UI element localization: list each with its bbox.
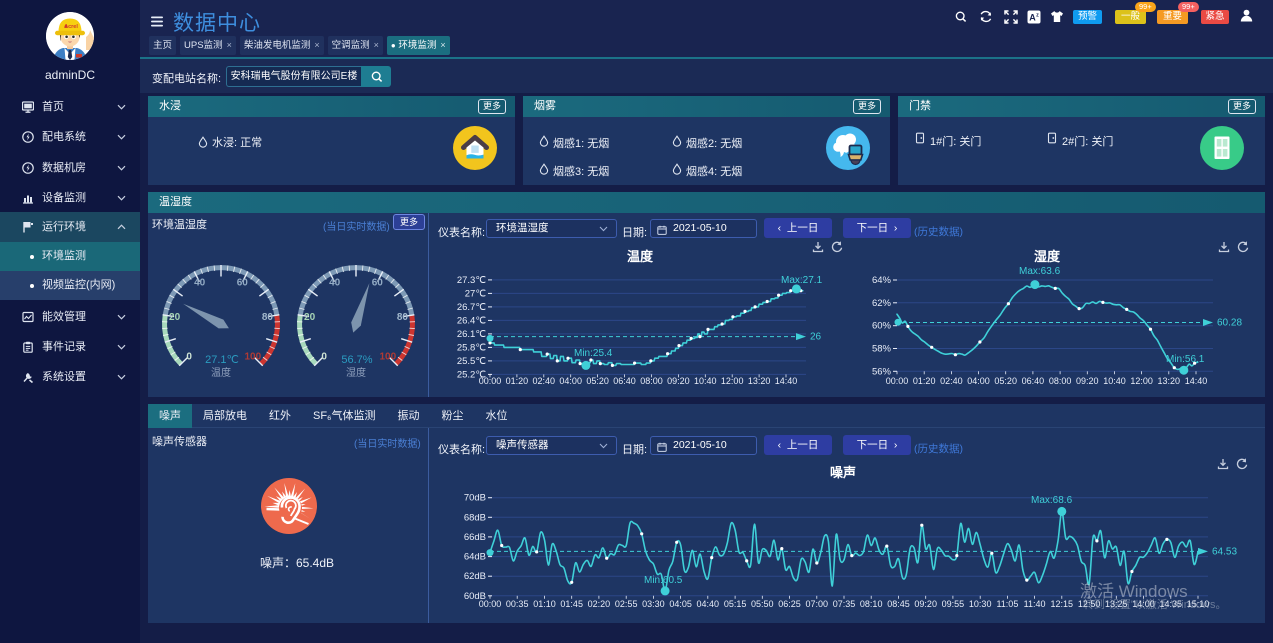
svg-text:01:45: 01:45 — [560, 599, 583, 609]
svg-text:25.8℃: 25.8℃ — [457, 342, 486, 353]
svg-text:Min:25.4: Min:25.4 — [574, 348, 613, 359]
svg-text:26: 26 — [810, 332, 822, 343]
svg-text:64dB: 64dB — [464, 552, 486, 563]
svg-text:13:20: 13:20 — [748, 376, 771, 386]
svg-text:60: 60 — [372, 278, 384, 289]
svg-text:06:40: 06:40 — [1022, 376, 1045, 386]
svg-text:10:40: 10:40 — [694, 376, 717, 386]
svg-text:04:05: 04:05 — [669, 599, 692, 609]
svg-text:11:05: 11:05 — [996, 599, 1018, 609]
svg-text:0: 0 — [186, 351, 192, 362]
svg-text:60.28: 60.28 — [1217, 318, 1242, 329]
svg-text:27℃: 27℃ — [465, 288, 487, 299]
svg-text:68dB: 68dB — [464, 512, 486, 523]
svg-text:09:20: 09:20 — [667, 376, 690, 386]
svg-text:62dB: 62dB — [464, 571, 486, 582]
svg-text:20: 20 — [304, 312, 316, 323]
svg-text:10:30: 10:30 — [969, 599, 992, 609]
svg-text:100: 100 — [244, 351, 261, 362]
svg-text:64%: 64% — [872, 275, 892, 286]
svg-text:12:15: 12:15 — [1051, 599, 1074, 609]
svg-text:07:35: 07:35 — [833, 599, 856, 609]
svg-text:00:00: 00:00 — [479, 599, 502, 609]
svg-text:26.1℃: 26.1℃ — [457, 329, 486, 340]
svg-text:湿度: 湿度 — [1034, 249, 1061, 264]
svg-text:64.53: 64.53 — [1212, 546, 1237, 557]
svg-text:70dB: 70dB — [464, 493, 486, 504]
svg-text:27.3℃: 27.3℃ — [457, 275, 486, 286]
svg-text:01:20: 01:20 — [913, 376, 936, 386]
svg-text:04:00: 04:00 — [967, 376, 990, 386]
svg-text:Min:60.5: Min:60.5 — [644, 575, 683, 586]
svg-text:11:40: 11:40 — [1024, 599, 1046, 609]
svg-text:00:00: 00:00 — [479, 376, 502, 386]
svg-text:05:20: 05:20 — [586, 376, 609, 386]
svg-text:05:50: 05:50 — [751, 599, 774, 609]
svg-text:z: z — [1036, 13, 1039, 19]
svg-text:60: 60 — [237, 278, 249, 289]
svg-text:10:40: 10:40 — [1103, 376, 1126, 386]
svg-text:01:10: 01:10 — [533, 599, 556, 609]
svg-text:12:00: 12:00 — [721, 376, 744, 386]
svg-text:07:00: 07:00 — [806, 599, 829, 609]
svg-text:26.7℃: 26.7℃ — [457, 302, 486, 313]
svg-text:60%: 60% — [872, 321, 892, 332]
svg-text:14:40: 14:40 — [775, 376, 798, 386]
svg-text:02:55: 02:55 — [615, 599, 638, 609]
svg-text:40: 40 — [194, 278, 206, 289]
svg-text:02:20: 02:20 — [588, 599, 611, 609]
svg-text:01:20: 01:20 — [506, 376, 529, 386]
svg-text:80: 80 — [397, 312, 409, 323]
svg-text:56.7%: 56.7% — [341, 354, 372, 366]
svg-text:Min:56.1: Min:56.1 — [1166, 354, 1205, 365]
svg-text:20: 20 — [169, 312, 181, 323]
svg-text:09:20: 09:20 — [1076, 376, 1099, 386]
svg-text:25.5℃: 25.5℃ — [457, 356, 486, 367]
svg-text:62%: 62% — [872, 298, 892, 309]
svg-text:27.1℃: 27.1℃ — [205, 354, 239, 366]
svg-text:12:00: 12:00 — [1130, 376, 1153, 386]
svg-text:09:20: 09:20 — [914, 599, 937, 609]
svg-text:Max:63.6: Max:63.6 — [1019, 266, 1061, 277]
svg-text:14:40: 14:40 — [1185, 376, 1208, 386]
svg-text:噪声: 噪声 — [830, 465, 856, 480]
svg-text:08:00: 08:00 — [1049, 376, 1072, 386]
svg-text:04:40: 04:40 — [697, 599, 720, 609]
svg-text:04:00: 04:00 — [559, 376, 582, 386]
svg-text:Max:27.1: Max:27.1 — [781, 275, 823, 286]
svg-text:05:15: 05:15 — [724, 599, 747, 609]
svg-text:温度: 温度 — [211, 366, 231, 379]
svg-text:00:35: 00:35 — [506, 599, 529, 609]
svg-text:0: 0 — [321, 351, 327, 362]
svg-text:06:40: 06:40 — [613, 376, 636, 386]
svg-text:40: 40 — [329, 278, 341, 289]
svg-text:Max:68.6: Max:68.6 — [1031, 495, 1073, 506]
svg-text:09:55: 09:55 — [942, 599, 965, 609]
svg-text:26.4℃: 26.4℃ — [457, 315, 486, 326]
svg-text:13:20: 13:20 — [1158, 376, 1181, 386]
svg-text:温度: 温度 — [627, 249, 654, 264]
svg-text:66dB: 66dB — [464, 532, 486, 543]
svg-text:05:20: 05:20 — [994, 376, 1017, 386]
svg-text:02:40: 02:40 — [533, 376, 556, 386]
svg-text:00:00: 00:00 — [886, 376, 909, 386]
svg-text:06:25: 06:25 — [778, 599, 801, 609]
svg-text:08:00: 08:00 — [640, 376, 663, 386]
svg-text:03:30: 03:30 — [642, 599, 665, 609]
svg-text:58%: 58% — [872, 344, 892, 355]
svg-text:100: 100 — [379, 351, 396, 362]
svg-text:湿度: 湿度 — [346, 366, 366, 379]
svg-text:02:40: 02:40 — [940, 376, 963, 386]
svg-text:08:45: 08:45 — [887, 599, 910, 609]
svg-text:08:10: 08:10 — [860, 599, 883, 609]
svg-text:80: 80 — [262, 312, 274, 323]
